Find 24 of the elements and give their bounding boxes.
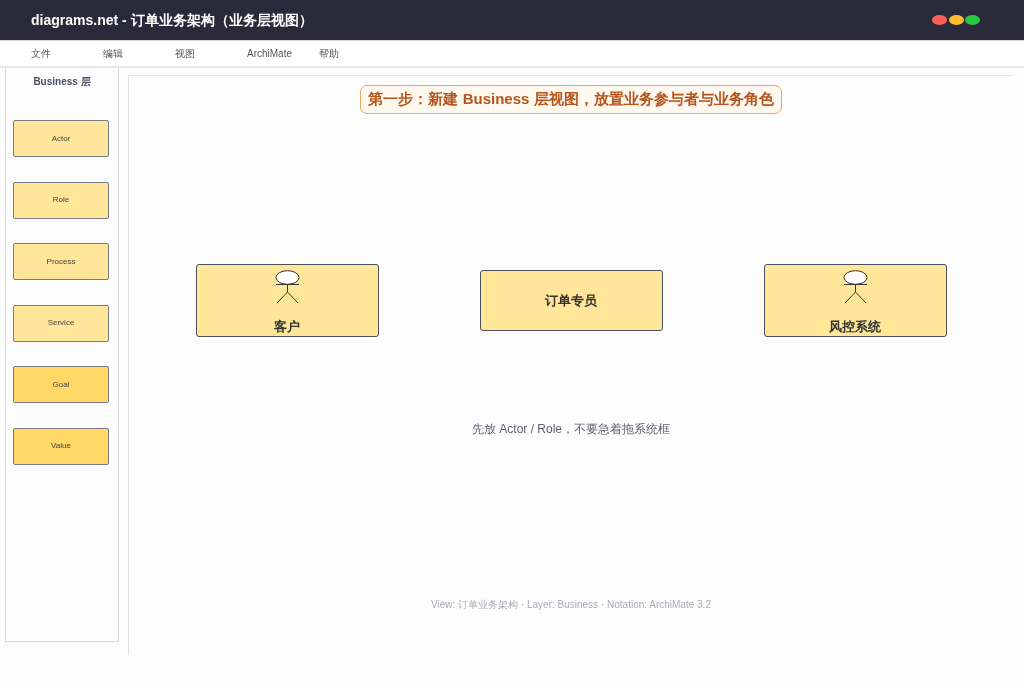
palette-shape[interactable]: Value <box>13 427 109 465</box>
palette-shape[interactable]: Goal <box>13 366 109 403</box>
stick-figure-icon <box>274 270 300 304</box>
step-banner: 第一步：新建 Business 层视图，放置业务参与者与业务角色 <box>360 85 782 114</box>
menu-item[interactable]: 帮助 <box>319 46 339 61</box>
hint-text: 先放 Actor / Role，不要急着拖系统框 <box>472 421 670 438</box>
close-dot-icon[interactable] <box>932 15 947 25</box>
window-title: diagrams.net - 订单业务架构（业务层视图） <box>31 10 313 30</box>
palette-shape[interactable]: Process <box>13 243 109 280</box>
palette-title: Business 层 <box>32 75 92 89</box>
palette-shape[interactable]: Role <box>13 181 109 219</box>
palette-shape[interactable]: Service <box>13 304 109 342</box>
node-label: 客户 <box>274 319 300 335</box>
view-info-text: View: 订单业务架构 · Layer: Business · Notation: ArchiMate 3.2 <box>431 598 711 612</box>
menu-item[interactable]: 编辑 <box>103 46 123 61</box>
minimize-dot-icon[interactable] <box>948 15 964 25</box>
stick-figure-icon <box>842 270 868 304</box>
node-label: 风控系统 <box>829 319 881 335</box>
palette-shape[interactable]: Actor <box>13 120 109 157</box>
menu-item[interactable]: ArchiMate <box>247 46 292 61</box>
menu-item[interactable]: 文件 <box>31 46 51 61</box>
maximize-dot-icon[interactable] <box>965 15 980 25</box>
node-label: 订单专员 <box>545 292 597 309</box>
menu-item[interactable]: 视图 <box>175 46 195 61</box>
